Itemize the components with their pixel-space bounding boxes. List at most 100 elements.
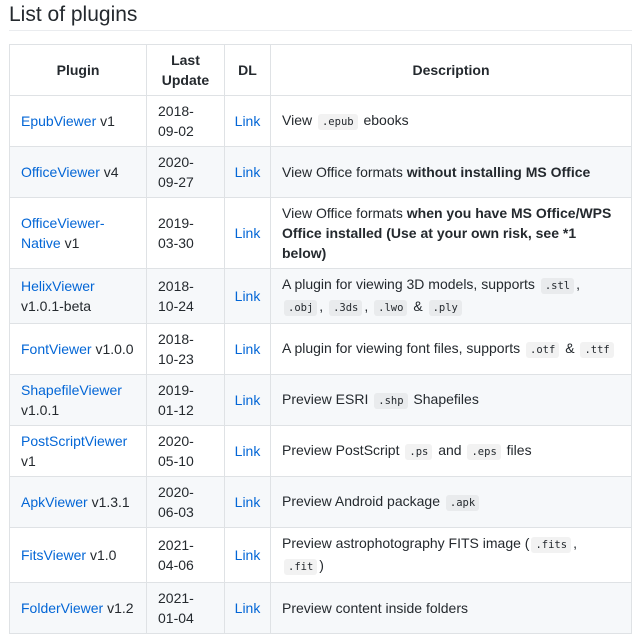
- bold-text: without installing MS Office: [406, 164, 591, 180]
- plugin-link[interactable]: FolderViewer: [21, 600, 103, 616]
- dl-cell: Link: [224, 527, 271, 583]
- description-text: ,: [573, 535, 577, 551]
- title-divider: [9, 30, 632, 31]
- last-update-cell: 2019-01-12: [146, 374, 225, 426]
- file-extension-code: .stl: [540, 278, 575, 294]
- description-text: A plugin for viewing font files, support…: [282, 340, 525, 356]
- last-update-cell: 2018-09-02: [146, 95, 225, 147]
- description-cell: A plugin for viewing 3D models, supports…: [270, 268, 632, 324]
- header-dl: DL: [224, 44, 271, 96]
- description-cell: A plugin for viewing font files, support…: [270, 323, 632, 375]
- dl-cell: Link: [224, 95, 271, 147]
- dl-cell: Link: [224, 197, 271, 269]
- table-row: ShapefileViewer v1.0.1 2019-01-12 Link Prev…: [9, 374, 632, 426]
- description-cell: Preview Android package .apk: [270, 476, 632, 528]
- plugins-table: Plugin Last Update DL Description EpubVi…: [9, 44, 632, 634]
- plugin-version: v1.0: [89, 547, 117, 563]
- file-extension-code: .obj: [284, 300, 318, 316]
- table-row: PostScriptViewer v1 2020-05-10 Link Preview…: [9, 425, 632, 477]
- plugin-version: v4: [103, 164, 119, 180]
- plugin-version: v1: [64, 235, 80, 251]
- table-row: FolderViewer v1.2 2021-01-04 Link Preview c…: [9, 582, 632, 634]
- download-link[interactable]: Link: [235, 547, 261, 563]
- description-text: Preview ESRI: [282, 391, 373, 407]
- description-text: Shapefiles: [409, 391, 479, 407]
- description-text: View Office formats: [282, 164, 407, 180]
- description-text: and: [434, 442, 466, 458]
- last-update-cell: 2021-04-06: [146, 527, 225, 583]
- file-extension-code: .otf: [526, 342, 560, 358]
- download-link[interactable]: Link: [235, 443, 261, 459]
- last-update-cell: 2020-09-27: [146, 146, 225, 198]
- description-text: Preview Android package: [282, 493, 444, 509]
- plugin-link[interactable]: FitsViewer: [21, 547, 86, 563]
- download-link[interactable]: Link: [235, 288, 261, 304]
- plugin-cell: OfficeViewer v4: [9, 146, 147, 198]
- file-extension-code: .ps: [405, 444, 433, 460]
- description-cell: Preview content inside folders: [270, 582, 632, 634]
- dl-cell: Link: [224, 146, 271, 198]
- download-link[interactable]: Link: [235, 164, 261, 180]
- table-row: HelixViewer v1.0.1-beta 2018-10-24 Link A p…: [9, 268, 632, 324]
- description-text: View Office formats: [282, 205, 407, 221]
- download-link[interactable]: Link: [235, 600, 261, 616]
- plugin-cell: PostScriptViewer v1: [9, 425, 147, 477]
- plugin-link[interactable]: ApkViewer: [21, 494, 88, 510]
- file-extension-code: .shp: [374, 393, 408, 409]
- description-text: ): [319, 557, 324, 573]
- plugin-cell: ApkViewer v1.3.1: [9, 476, 147, 528]
- plugin-cell: ShapefileViewer v1.0.1: [9, 374, 147, 426]
- last-update-cell: 2020-06-03: [146, 476, 225, 528]
- plugin-link[interactable]: ShapefileViewer: [21, 382, 122, 398]
- file-extension-code: .3ds: [329, 300, 363, 316]
- dl-cell: Link: [224, 476, 271, 528]
- file-extension-code: .epub: [317, 114, 358, 130]
- description-text: ,: [576, 276, 580, 292]
- plugin-link[interactable]: FontViewer: [21, 341, 92, 357]
- description-cell: View Office formats without installing M…: [270, 146, 632, 198]
- plugin-cell: EpubViewer v1: [9, 95, 147, 147]
- plugin-version: v1.3.1: [91, 494, 130, 510]
- plugin-version: v1: [100, 113, 115, 129]
- description-text: Preview astrophotography FITS image (: [282, 535, 530, 551]
- description-cell: View .epub ebooks: [270, 95, 632, 147]
- file-extension-code: .lwo: [374, 300, 408, 316]
- plugin-link[interactable]: EpubViewer: [21, 113, 96, 129]
- file-extension-code: .ttf: [580, 342, 614, 358]
- download-link[interactable]: Link: [235, 494, 261, 510]
- description-text: ebooks: [359, 112, 409, 128]
- plugin-version: v1.0.1-beta: [21, 298, 92, 314]
- description-text: View: [282, 112, 316, 128]
- plugin-version: v1: [21, 453, 36, 469]
- description-text: Preview PostScript: [282, 442, 404, 458]
- file-extension-code: .apk: [445, 495, 480, 511]
- description-cell: Preview astrophotography FITS image (.fi…: [270, 527, 632, 583]
- download-link[interactable]: Link: [235, 392, 261, 408]
- download-link[interactable]: Link: [235, 113, 261, 129]
- file-extension-code: .fits: [531, 537, 572, 553]
- table-row: OfficeViewer-Native v1 2019-03-30 Link View…: [9, 197, 632, 269]
- download-link[interactable]: Link: [235, 341, 261, 357]
- plugin-cell: FontViewer v1.0.0: [9, 323, 147, 375]
- table-row: FitsViewer v1.0 2021-04-06 Link Preview ast…: [9, 527, 632, 583]
- description-text: files: [502, 442, 532, 458]
- description-text: ,: [319, 298, 328, 314]
- dl-cell: Link: [224, 268, 271, 324]
- dl-cell: Link: [224, 425, 271, 477]
- plugin-link[interactable]: HelixViewer: [21, 278, 95, 294]
- plugin-cell: FolderViewer v1.2: [9, 582, 147, 634]
- plugin-cell: OfficeViewer-Native v1: [9, 197, 147, 269]
- plugin-version: v1.2: [107, 600, 134, 616]
- dl-cell: Link: [224, 374, 271, 426]
- description-text: &: [561, 340, 579, 356]
- description-text: &: [409, 298, 427, 314]
- description-text: Preview content inside folders: [282, 600, 468, 616]
- plugin-link[interactable]: PostScriptViewer: [21, 433, 127, 449]
- table-row: ApkViewer v1.3.1 2020-06-03 Link Preview An…: [9, 476, 632, 528]
- table-row: EpubViewer v1 2018-09-02 Link View .epub eb…: [9, 95, 632, 147]
- header-last-update: Last Update: [146, 44, 225, 96]
- download-link[interactable]: Link: [235, 225, 261, 241]
- plugin-link[interactable]: OfficeViewer: [21, 164, 100, 180]
- last-update-cell: 2018-10-24: [146, 268, 225, 324]
- plugin-link[interactable]: OfficeViewer-Native: [21, 215, 105, 251]
